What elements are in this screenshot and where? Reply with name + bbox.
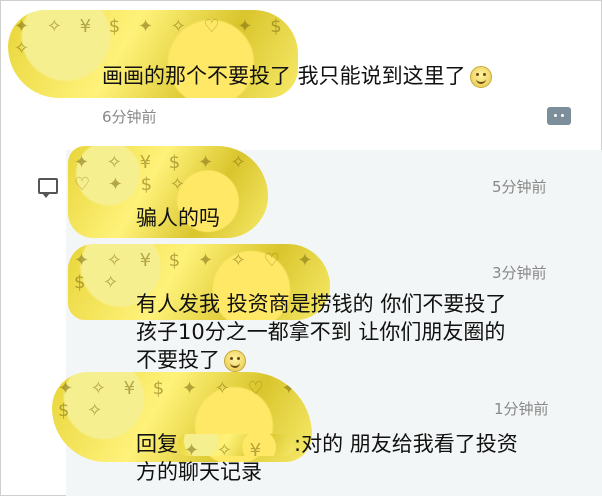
comment-icon	[38, 178, 58, 198]
reply-3-line-1: 回复 :对的 朋友给我看了投资	[136, 428, 518, 458]
reply-2-line-1: 有人发我 投资商是捞钱的 你们不要投了	[136, 292, 507, 316]
more-options-icon[interactable]	[547, 107, 571, 125]
reply-3-text: :对的 朋友给我看了投资	[294, 432, 518, 456]
reply-2-time: 3分钟前	[492, 264, 547, 282]
reply-2-line-3-text: 不要投了	[136, 348, 220, 372]
reply-target-redaction	[178, 434, 294, 456]
post-time: 6分钟前	[102, 108, 157, 126]
post-text: 画画的那个不要投了 我只能说到这里了	[102, 60, 492, 90]
reply-3-time: 1分钟前	[494, 400, 549, 418]
reply-1-text: 骗人的吗	[136, 206, 220, 230]
post-text-content: 画画的那个不要投了 我只能说到这里了	[102, 64, 466, 88]
smile-emoji-icon	[224, 350, 246, 372]
reply-2-line-2: 孩子10分之一都拿不到 让你们朋友圈的	[136, 320, 506, 344]
reply-prefix: 回复	[136, 432, 178, 456]
reply-1-time: 5分钟前	[492, 178, 547, 196]
reply-3-line-2: 方的聊天记录	[136, 460, 262, 484]
reply-2-line-3: 不要投了	[136, 344, 246, 374]
smile-emoji-icon	[469, 66, 492, 88]
